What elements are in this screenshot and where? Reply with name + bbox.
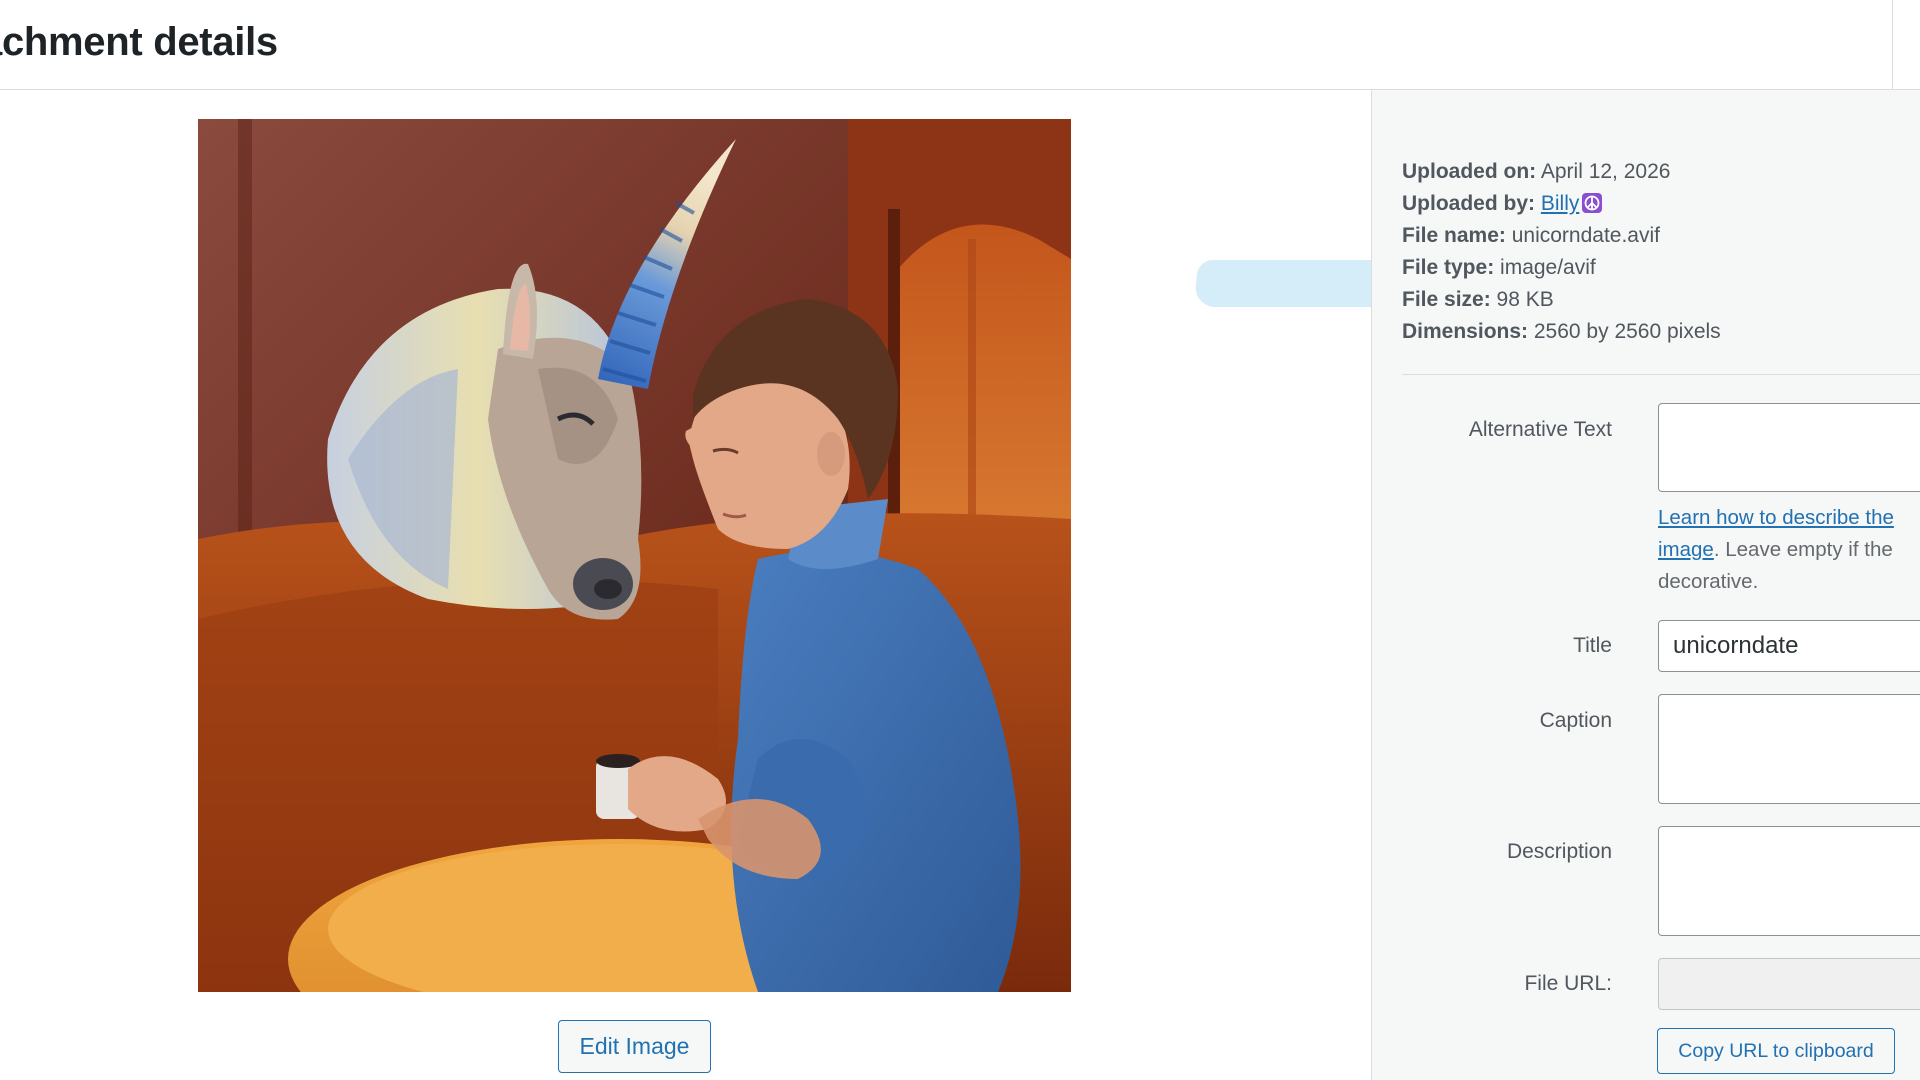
file-info: Uploaded on: April 12, 2026 Uploaded by:… [1402,156,1721,348]
modal-header: achment details [0,0,1920,90]
attachment-media-view: Edit Image [0,90,1372,1080]
alt-text-help-text-continued: decorative. [1658,570,1759,593]
attachment-preview-image [198,119,1071,992]
edit-image-button[interactable]: Edit Image [558,1020,711,1073]
file-url-label: File URL: [1524,972,1612,995]
dimensions-value: 2560 by 2560 pixels [1533,320,1721,343]
details-divider [1402,374,1920,375]
dimensions-label: Dimensions: [1402,320,1529,343]
page-title: achment details [0,20,278,64]
uploaded-on-row: Uploaded on: April 12, 2026 [1402,156,1721,188]
file-size-row: File size: 98 KB [1402,284,1721,316]
file-type-label: File type: [1402,256,1495,279]
description-field[interactable] [1658,826,1920,936]
caption-field[interactable] [1658,694,1920,804]
uploaded-by-label: Uploaded by: [1402,192,1536,215]
copy-url-button[interactable]: Copy URL to clipboard [1657,1028,1895,1074]
caption-label: Caption [1539,709,1612,732]
alt-text-help-link-continued[interactable]: image [1658,538,1714,561]
file-url-field[interactable] [1658,958,1920,1010]
description-label: Description [1506,840,1612,863]
file-type-row: File type: image/avif [1402,252,1721,284]
file-name-label: File name: [1402,224,1506,247]
unicorn-painting-image [198,119,1071,992]
alt-text-label: Alternative Text [1468,418,1612,441]
file-name-value: unicorndate.avif [1511,224,1660,247]
uploaded-by-row: Uploaded by: Billy [1402,188,1721,220]
uploaded-by-link[interactable]: Billy [1541,192,1580,215]
file-size-label: File size: [1402,288,1491,311]
title-field[interactable] [1658,620,1920,672]
uploaded-on-label: Uploaded on: [1402,160,1537,183]
dimensions-row: Dimensions: 2560 by 2560 pixels [1402,316,1721,348]
alt-text-field[interactable] [1658,403,1920,492]
title-label: Title [1573,634,1612,657]
alt-text-help: Learn how to describe the image. Leave e… [1658,502,1920,598]
file-name-row: File name: unicorndate.avif [1402,220,1721,252]
alt-text-help-text: . Leave empty if the [1713,538,1893,561]
header-divider [1892,0,1893,90]
uploaded-on-value: April 12, 2026 [1540,160,1671,183]
peace-symbol-icon [1582,193,1603,213]
attachment-details-panel: Uploaded on: April 12, 2026 Uploaded by:… [1371,90,1920,1080]
alt-text-help-link[interactable]: Learn how to describe the [1658,506,1894,529]
file-size-value: 98 KB [1496,288,1554,311]
file-type-value: image/avif [1500,256,1596,279]
